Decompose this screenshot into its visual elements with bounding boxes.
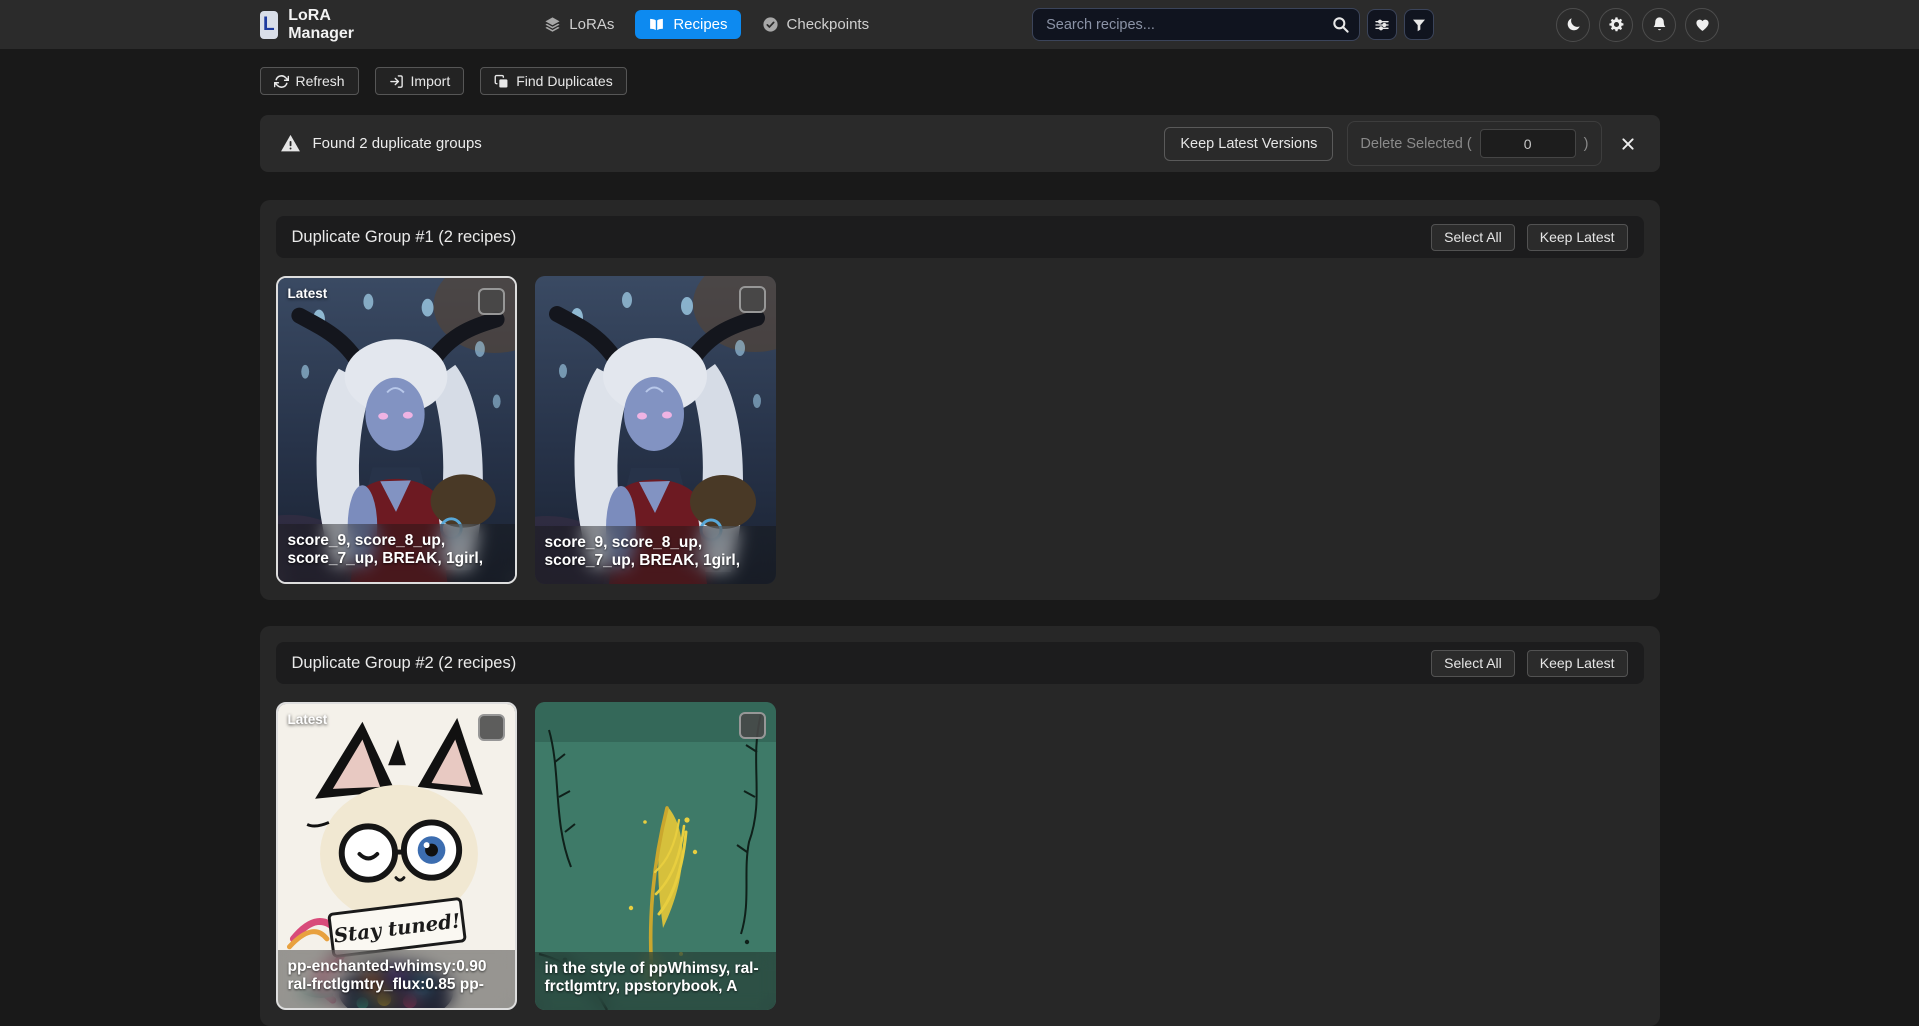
alert-message: Found 2 duplicate groups [313,135,482,152]
recipe-card[interactable]: Latest score_9, score_8_up, score_7_up, … [276,276,517,584]
topbar-actions [1556,8,1719,42]
latest-badge: Latest [288,286,328,301]
top-navigation-bar: L LoRA Manager LoRAs Recipes Checkpoi [0,0,1919,49]
import-icon [389,74,404,89]
logo-icon: L [260,11,279,39]
app-title: LoRA Manager [288,7,363,43]
delete-selected-label: Delete Selected ( [1360,136,1471,152]
find-duplicates-button[interactable]: Find Duplicates [480,67,627,95]
delete-selected-group: Delete Selected ( ) [1347,121,1601,166]
keep-latest-button[interactable]: Keep Latest [1527,650,1628,677]
recipe-caption: score_9, score_8_up, score_7_up, BREAK, … [278,524,515,582]
duplicate-group-1: Duplicate Group #1 (2 recipes) Select Al… [260,200,1660,600]
card-checkbox[interactable] [478,714,505,741]
card-checkbox[interactable] [478,288,505,315]
theme-toggle-button[interactable] [1556,8,1590,42]
support-button[interactable] [1685,8,1719,42]
close-alert-button[interactable] [1616,132,1640,156]
book-icon [648,16,665,33]
main-nav: LoRAs Recipes Checkpoints [531,10,882,39]
search-icon[interactable] [1331,15,1350,34]
filter-button[interactable] [1404,9,1434,40]
filter-settings-button[interactable] [1367,9,1397,40]
close-icon [1620,136,1636,152]
heart-icon [1694,16,1711,33]
card-checkbox[interactable] [739,712,766,739]
select-all-button[interactable]: Select All [1431,650,1515,677]
recipe-card[interactable]: in the style of ppWhimsy, ral-frctlgmtry… [535,702,776,1010]
recipe-card[interactable]: Stay tuned! Latest pp-enchanted-whimsy:0… [276,702,517,1010]
group-title: Duplicate Group #2 (2 recipes) [292,654,517,673]
refresh-button[interactable]: Refresh [260,67,359,95]
gear-icon [1608,16,1625,33]
recipe-card-list: Latest score_9, score_8_up, score_7_up, … [276,276,1644,584]
settings-button[interactable] [1599,8,1633,42]
app-logo: L LoRA Manager [260,7,364,43]
group-header: Duplicate Group #1 (2 recipes) Select Al… [276,216,1644,258]
nav-tab-loras[interactable]: LoRAs [531,10,627,39]
refresh-label: Refresh [296,73,345,89]
copy-icon [494,74,509,89]
refresh-icon [274,74,289,89]
recipe-card-list: Stay tuned! Latest pp-enchanted-whimsy:0… [276,702,1644,1010]
layers-icon [544,16,561,33]
nav-tab-label: Checkpoints [787,16,870,33]
nav-tab-label: Recipes [673,16,727,33]
moon-icon [1565,16,1582,33]
find-duplicates-label: Find Duplicates [516,73,613,89]
page-toolbar: Refresh Import Find Duplicates [0,67,1919,95]
funnel-icon [1411,17,1427,33]
check-circle-icon [762,16,779,33]
duplicates-alert: Found 2 duplicate groups Keep Latest Ver… [260,115,1660,172]
select-all-button[interactable]: Select All [1431,224,1515,251]
delete-selected-suffix: ) [1584,136,1589,152]
bell-icon [1651,16,1668,33]
recipe-card[interactable]: score_9, score_8_up, score_7_up, BREAK, … [535,276,776,584]
keep-latest-versions-button[interactable]: Keep Latest Versions [1164,127,1333,161]
nav-tab-recipes[interactable]: Recipes [635,10,740,39]
recipe-caption: score_9, score_8_up, score_7_up, BREAK, … [535,526,776,584]
import-button[interactable]: Import [375,67,465,95]
duplicate-group-2: Duplicate Group #2 (2 recipes) Select Al… [260,626,1660,1026]
nav-tab-label: LoRAs [569,16,614,33]
card-checkbox[interactable] [739,286,766,313]
recipe-caption: in the style of ppWhimsy, ral-frctlgmtry… [535,952,776,1010]
search-input[interactable] [1032,8,1360,41]
selected-count-input[interactable] [1480,129,1576,158]
recipe-caption: pp-enchanted-whimsy:0.90 ral-frctlgmtry_… [278,950,515,1008]
nav-tab-checkpoints[interactable]: Checkpoints [749,10,883,39]
keep-latest-button[interactable]: Keep Latest [1527,224,1628,251]
sliders-icon [1374,17,1390,33]
notifications-button[interactable] [1642,8,1676,42]
search-box [1032,8,1360,41]
group-header: Duplicate Group #2 (2 recipes) Select Al… [276,642,1644,684]
latest-badge: Latest [288,712,328,727]
warning-icon [280,133,301,154]
import-label: Import [411,73,451,89]
group-title: Duplicate Group #1 (2 recipes) [292,228,517,247]
